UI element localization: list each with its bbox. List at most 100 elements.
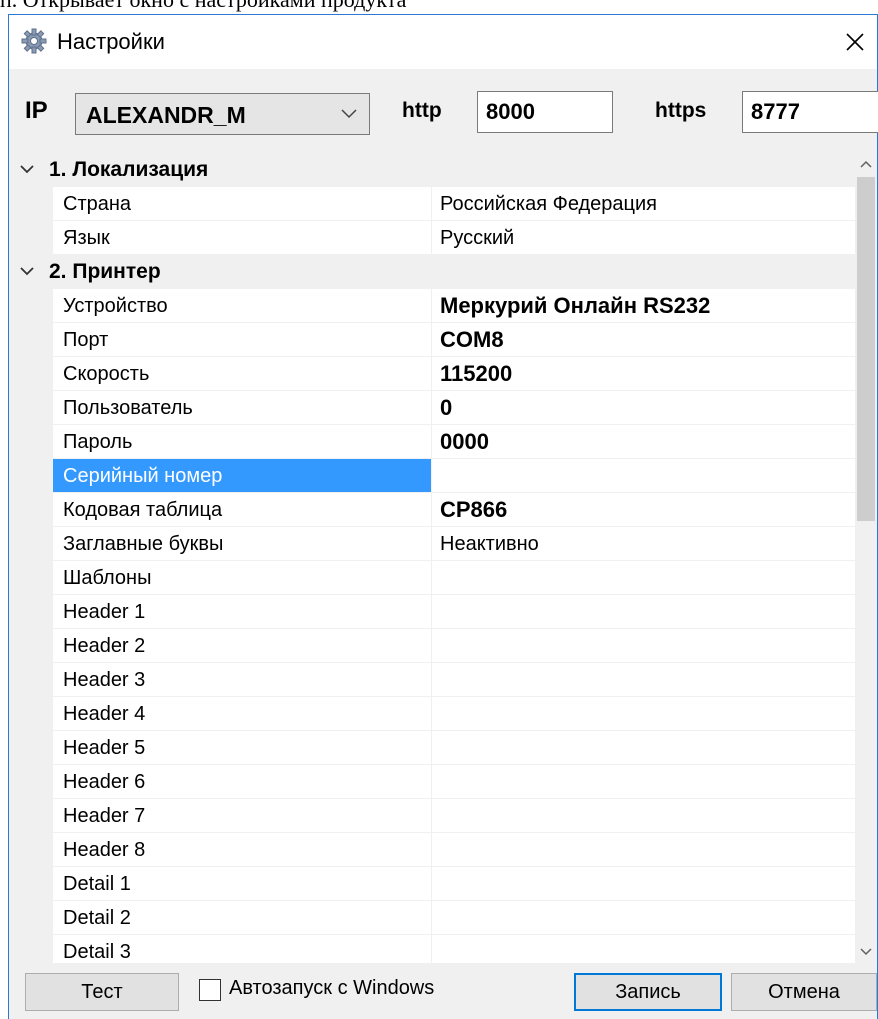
property-name[interactable]: Header 3 xyxy=(53,663,432,696)
https-port-input[interactable] xyxy=(742,91,878,133)
property-value[interactable] xyxy=(432,731,855,764)
property-value[interactable] xyxy=(432,901,855,934)
category-row[interactable]: 1. Локализация xyxy=(9,153,855,187)
property-value[interactable] xyxy=(432,833,855,866)
property-name[interactable]: Заглавные буквы xyxy=(53,527,432,560)
save-button[interactable]: Запись xyxy=(574,973,722,1011)
property-name[interactable]: Пароль xyxy=(53,425,432,458)
window-title: Настройки xyxy=(57,29,165,54)
chevron-down-icon xyxy=(341,109,357,119)
property-name[interactable]: Header 5 xyxy=(53,731,432,764)
property-name[interactable]: Пользователь xyxy=(53,391,432,424)
scroll-down-button[interactable] xyxy=(855,941,877,963)
property-row[interactable]: Header 4 xyxy=(9,697,855,731)
property-row[interactable]: Заглавные буквы Неактивно xyxy=(9,527,855,561)
property-value[interactable] xyxy=(432,697,855,730)
property-value[interactable] xyxy=(432,935,855,963)
property-row[interactable]: Header 6 xyxy=(9,765,855,799)
property-name[interactable]: Detail 2 xyxy=(53,901,432,934)
autostart-label[interactable]: Автозапуск с Windows xyxy=(229,977,434,1000)
close-button[interactable] xyxy=(833,15,877,69)
row-gutter xyxy=(9,595,53,628)
collapse-chevron-icon[interactable] xyxy=(17,262,37,280)
property-row[interactable]: Detail 3 xyxy=(9,935,855,963)
property-name[interactable]: Header 1 xyxy=(53,595,432,628)
row-gutter xyxy=(9,935,53,963)
row-gutter xyxy=(9,493,53,526)
property-name[interactable]: Язык xyxy=(53,221,432,254)
property-row[interactable]: Detail 1 xyxy=(9,867,855,901)
collapse-chevron-icon[interactable] xyxy=(17,160,37,178)
property-value[interactable]: Неактивно xyxy=(432,527,855,560)
property-name[interactable]: Detail 3 xyxy=(53,935,432,963)
http-port-input[interactable] xyxy=(477,91,613,133)
property-row[interactable]: Header 7 xyxy=(9,799,855,833)
property-row[interactable]: Кодовая таблица CP866 xyxy=(9,493,855,527)
row-gutter xyxy=(9,765,53,798)
property-row[interactable]: Header 1 xyxy=(9,595,855,629)
property-name[interactable]: Header 7 xyxy=(53,799,432,832)
property-grid: 1. Локализация Страна Российская Федерация… xyxy=(9,153,877,963)
button-bar: Тест Автозапуск с Windows Запись Отмена xyxy=(9,963,877,1019)
property-name[interactable]: Шаблоны xyxy=(53,561,432,594)
property-value[interactable] xyxy=(432,561,855,594)
property-row[interactable]: Язык Русский xyxy=(9,221,855,255)
property-row[interactable]: Пользователь 0 xyxy=(9,391,855,425)
property-row[interactable]: Detail 2 xyxy=(9,901,855,935)
property-value[interactable] xyxy=(432,663,855,696)
category-row[interactable]: 2. Принтер xyxy=(9,255,855,289)
close-icon xyxy=(846,33,864,51)
property-row[interactable]: Шаблоны xyxy=(9,561,855,595)
property-name[interactable]: Header 6 xyxy=(53,765,432,798)
property-row[interactable]: Header 8 xyxy=(9,833,855,867)
property-value[interactable]: 0 xyxy=(432,391,855,424)
property-value[interactable] xyxy=(432,765,855,798)
property-name[interactable]: Кодовая таблица xyxy=(53,493,432,526)
property-name[interactable]: Скорость xyxy=(53,357,432,390)
property-value[interactable] xyxy=(432,629,855,662)
property-grid-rows: 1. Локализация Страна Российская Федерация… xyxy=(9,153,855,963)
property-name[interactable]: Устройство xyxy=(53,289,432,322)
property-name[interactable]: Detail 1 xyxy=(53,867,432,900)
property-row[interactable]: Страна Российская Федерация xyxy=(9,187,855,221)
scroll-up-button[interactable] xyxy=(855,153,877,175)
property-name[interactable]: Серийный номер xyxy=(53,459,432,492)
property-value[interactable]: 115200 xyxy=(432,357,855,390)
property-row[interactable]: Устройство Меркурий Онлайн RS232 xyxy=(9,289,855,323)
property-row[interactable]: Скорость 115200 xyxy=(9,357,855,391)
property-row[interactable]: Серийный номер xyxy=(9,459,855,493)
test-button[interactable]: Тест xyxy=(25,973,179,1011)
property-value[interactable]: Российская Федерация xyxy=(432,187,855,220)
property-name[interactable]: Header 8 xyxy=(53,833,432,866)
property-name[interactable]: Порт xyxy=(53,323,432,356)
vertical-scrollbar[interactable] xyxy=(855,153,877,963)
property-name[interactable]: Header 4 xyxy=(53,697,432,730)
http-label: http xyxy=(402,99,442,122)
property-row[interactable]: Header 2 xyxy=(9,629,855,663)
ip-combobox[interactable]: ALEXANDR_M xyxy=(75,93,370,135)
property-value[interactable] xyxy=(432,459,855,492)
property-value[interactable]: Русский xyxy=(432,221,855,254)
scrollbar-thumb[interactable] xyxy=(857,177,875,521)
property-row[interactable]: Header 3 xyxy=(9,663,855,697)
property-row[interactable]: Header 5 xyxy=(9,731,855,765)
cancel-button[interactable]: Отмена xyxy=(731,973,877,1011)
property-name[interactable]: Header 2 xyxy=(53,629,432,662)
row-gutter xyxy=(9,901,53,934)
chevron-down-icon xyxy=(860,948,872,956)
property-name[interactable]: Страна xyxy=(53,187,432,220)
category-title: 2. Принтер xyxy=(49,260,161,283)
property-value[interactable]: 0000 xyxy=(432,425,855,458)
property-value[interactable]: COM8 xyxy=(432,323,855,356)
property-value[interactable] xyxy=(432,595,855,628)
row-gutter xyxy=(9,697,53,730)
property-value[interactable]: CP866 xyxy=(432,493,855,526)
property-row[interactable]: Порт COM8 xyxy=(9,323,855,357)
property-value[interactable] xyxy=(432,799,855,832)
property-value[interactable] xyxy=(432,867,855,900)
row-gutter xyxy=(9,323,53,356)
property-row[interactable]: Пароль 0000 xyxy=(9,425,855,459)
autostart-checkbox[interactable] xyxy=(199,979,221,1001)
row-gutter xyxy=(9,561,53,594)
property-value[interactable]: Меркурий Онлайн RS232 xyxy=(432,289,855,322)
